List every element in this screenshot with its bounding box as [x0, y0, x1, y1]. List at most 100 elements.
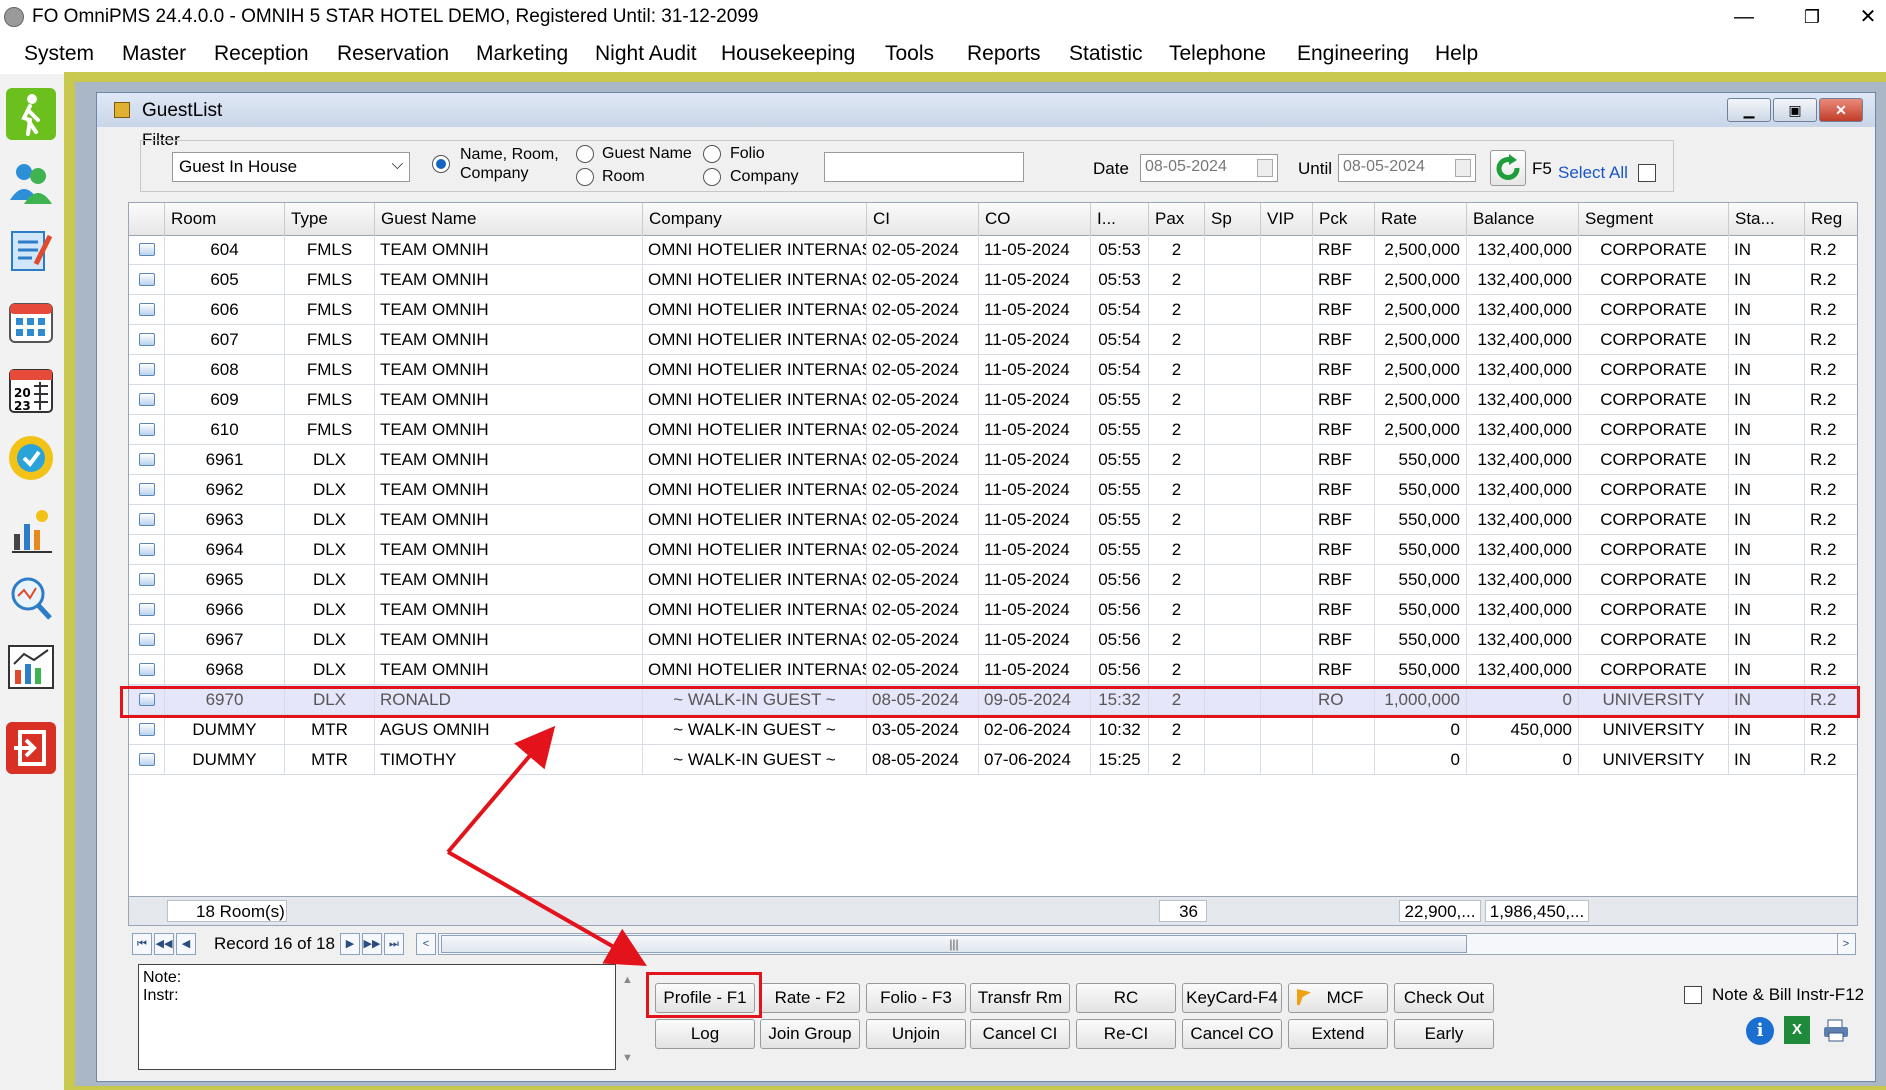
row-indicator[interactable]	[129, 325, 165, 355]
row-indicator[interactable]	[129, 475, 165, 505]
menu-telephone[interactable]: Telephone	[1169, 42, 1266, 66]
row-indicator[interactable]	[129, 415, 165, 445]
statistics-chart-icon[interactable]	[6, 640, 56, 692]
radio-folio[interactable]	[703, 145, 721, 163]
note-scroll-down-icon[interactable]: ▼	[622, 1052, 633, 1064]
prev-page-button[interactable]: ◀◀	[154, 933, 174, 955]
menu-tools[interactable]: Tools	[885, 42, 934, 66]
column-header-segment[interactable]: Segment	[1579, 203, 1729, 235]
row-indicator[interactable]	[129, 715, 165, 745]
next-record-button[interactable]: ▶	[340, 933, 360, 955]
row-indicator[interactable]	[129, 655, 165, 685]
guestlist-close-button[interactable]: ✕	[1819, 98, 1863, 122]
transfer-room-button[interactable]: Transfr Rm	[970, 983, 1070, 1013]
table-row[interactable]: 6961 DLX TEAM OMNIH OMNI HOTELIER INTERNAS.…	[129, 445, 1857, 475]
menu-marketing[interactable]: Marketing	[476, 42, 568, 66]
menu-statistic[interactable]: Statistic	[1069, 42, 1143, 66]
night-audit-chart-icon[interactable]	[6, 504, 56, 556]
menu-reservation[interactable]: Reservation	[337, 42, 449, 66]
row-indicator[interactable]	[129, 235, 165, 265]
filter-select[interactable]: Guest In House ⌵	[172, 152, 410, 182]
table-row[interactable]: 6963 DLX TEAM OMNIH OMNI HOTELIER INTERNAS.…	[129, 505, 1857, 535]
column-header-co[interactable]: CO	[979, 203, 1091, 235]
table-row[interactable]: 610 FMLS TEAM OMNIH OMNI HOTELIER INTERNAS.…	[129, 415, 1857, 445]
row-indicator[interactable]	[129, 745, 165, 775]
menu-reception[interactable]: Reception	[214, 42, 309, 66]
row-indicator[interactable]	[129, 265, 165, 295]
row-indicator[interactable]	[129, 295, 165, 325]
row-indicator[interactable]	[129, 355, 165, 385]
table-row[interactable]: 6970 DLX RONALD ~ WALK-IN GUEST ~08-05-2024…	[129, 685, 1857, 715]
column-header-pck[interactable]: Pck	[1313, 203, 1375, 235]
radio-company[interactable]	[703, 168, 721, 186]
rate-button[interactable]: Rate - F2	[760, 983, 860, 1013]
until-input[interactable]: 08-05-2024	[1338, 154, 1476, 182]
table-row[interactable]: 6967 DLX TEAM OMNIH OMNI HOTELIER INTERNAS.…	[129, 625, 1857, 655]
table-row[interactable]: 609 FMLS TEAM OMNIH OMNI HOTELIER INTERNAS.…	[129, 385, 1857, 415]
column-header-ci[interactable]: CI	[867, 203, 979, 235]
walk-in-icon[interactable]	[6, 88, 56, 140]
next-page-button[interactable]: ▶▶	[362, 933, 382, 955]
menu-help[interactable]: Help	[1435, 42, 1478, 66]
unjoin-button[interactable]: Unjoin	[866, 1019, 966, 1049]
menu-housekeeping[interactable]: Housekeeping	[721, 42, 855, 66]
row-indicator[interactable]	[129, 505, 165, 535]
row-indicator[interactable]	[129, 535, 165, 565]
keycard-button[interactable]: KeyCard-F4	[1182, 983, 1282, 1013]
excel-export-icon[interactable]: X	[1784, 1016, 1810, 1044]
log-button[interactable]: Log	[655, 1019, 755, 1049]
column-header-type[interactable]: Type	[285, 203, 375, 235]
select-all-checkbox[interactable]	[1638, 164, 1656, 182]
row-indicator[interactable]	[129, 625, 165, 655]
table-row[interactable]: 608 FMLS TEAM OMNIH OMNI HOTELIER INTERNAS.…	[129, 355, 1857, 385]
close-button[interactable]: ✕	[1850, 0, 1886, 34]
search-analytics-icon[interactable]	[6, 572, 56, 624]
column-header-rate[interactable]: Rate	[1375, 203, 1467, 235]
table-row[interactable]: 607 FMLS TEAM OMNIH OMNI HOTELIER INTERNAS.…	[129, 325, 1857, 355]
available-badge-icon[interactable]	[6, 432, 56, 484]
table-row[interactable]: 6965 DLX TEAM OMNIH OMNI HOTELIER INTERNAS.…	[129, 565, 1857, 595]
column-header-reg[interactable]: Reg	[1805, 203, 1857, 235]
column-header-pax[interactable]: Pax	[1149, 203, 1205, 235]
column-header-sp[interactable]: Sp	[1205, 203, 1261, 235]
table-row[interactable]: 605 FMLS TEAM OMNIH OMNI HOTELIER INTERNAS.…	[129, 265, 1857, 295]
print-icon[interactable]	[1822, 1018, 1850, 1042]
row-indicator[interactable]	[129, 565, 165, 595]
row-indicator[interactable]	[129, 385, 165, 415]
column-header-company[interactable]: Company	[643, 203, 867, 235]
calendar-2023-icon[interactable]: 20 23	[6, 364, 56, 416]
table-row[interactable]: 6968 DLX TEAM OMNIH OMNI HOTELIER INTERNAS.…	[129, 655, 1857, 685]
row-indicator[interactable]	[129, 445, 165, 475]
prev-record-button[interactable]: ◀	[176, 933, 196, 955]
join-group-button[interactable]: Join Group	[760, 1019, 860, 1049]
table-row[interactable]: 6966 DLX TEAM OMNIH OMNI HOTELIER INTERNAS.…	[129, 595, 1857, 625]
minimize-button[interactable]: —	[1716, 0, 1772, 34]
profile-button[interactable]: Profile - F1	[655, 983, 755, 1013]
calendar-grid-icon[interactable]	[6, 296, 56, 348]
radio-guest-name[interactable]	[576, 145, 594, 163]
menu-master[interactable]: Master	[122, 42, 186, 66]
menu-engineering[interactable]: Engineering	[1297, 42, 1409, 66]
date-input[interactable]: 08-05-2024	[1140, 154, 1278, 182]
check-out-button[interactable]: Check Out	[1394, 983, 1494, 1013]
scroll-left-button[interactable]: <	[416, 933, 436, 955]
scroll-right-button[interactable]: >	[1836, 933, 1856, 955]
menu-system[interactable]: System	[24, 42, 94, 66]
note-bill-checkbox[interactable]	[1684, 986, 1702, 1004]
registration-icon[interactable]	[6, 224, 56, 276]
re-ci-button[interactable]: Re-CI	[1076, 1019, 1176, 1049]
guestlist-minimize-button[interactable]: ▁	[1727, 98, 1771, 122]
column-header-guest-name[interactable]: Guest Name	[375, 203, 643, 235]
column-header-balance[interactable]: Balance	[1467, 203, 1579, 235]
radio-room[interactable]	[576, 168, 594, 186]
horizontal-scrollbar[interactable]: |||	[438, 933, 1838, 955]
last-record-button[interactable]: ⏭	[384, 933, 404, 955]
menu-night-audit[interactable]: Night Audit	[595, 42, 697, 66]
table-row[interactable]: 604 FMLS TEAM OMNIH OMNI HOTELIER INTERNAS.…	[129, 235, 1857, 265]
search-input[interactable]	[824, 152, 1024, 182]
table-row[interactable]: 6964 DLX TEAM OMNIH OMNI HOTELIER INTERNAS.…	[129, 535, 1857, 565]
guestlist-restore-button[interactable]: ▣	[1773, 98, 1817, 122]
early-button[interactable]: Early	[1394, 1019, 1494, 1049]
column-header-in-time[interactable]: I...	[1091, 203, 1149, 235]
rc-button[interactable]: RC	[1076, 983, 1176, 1013]
